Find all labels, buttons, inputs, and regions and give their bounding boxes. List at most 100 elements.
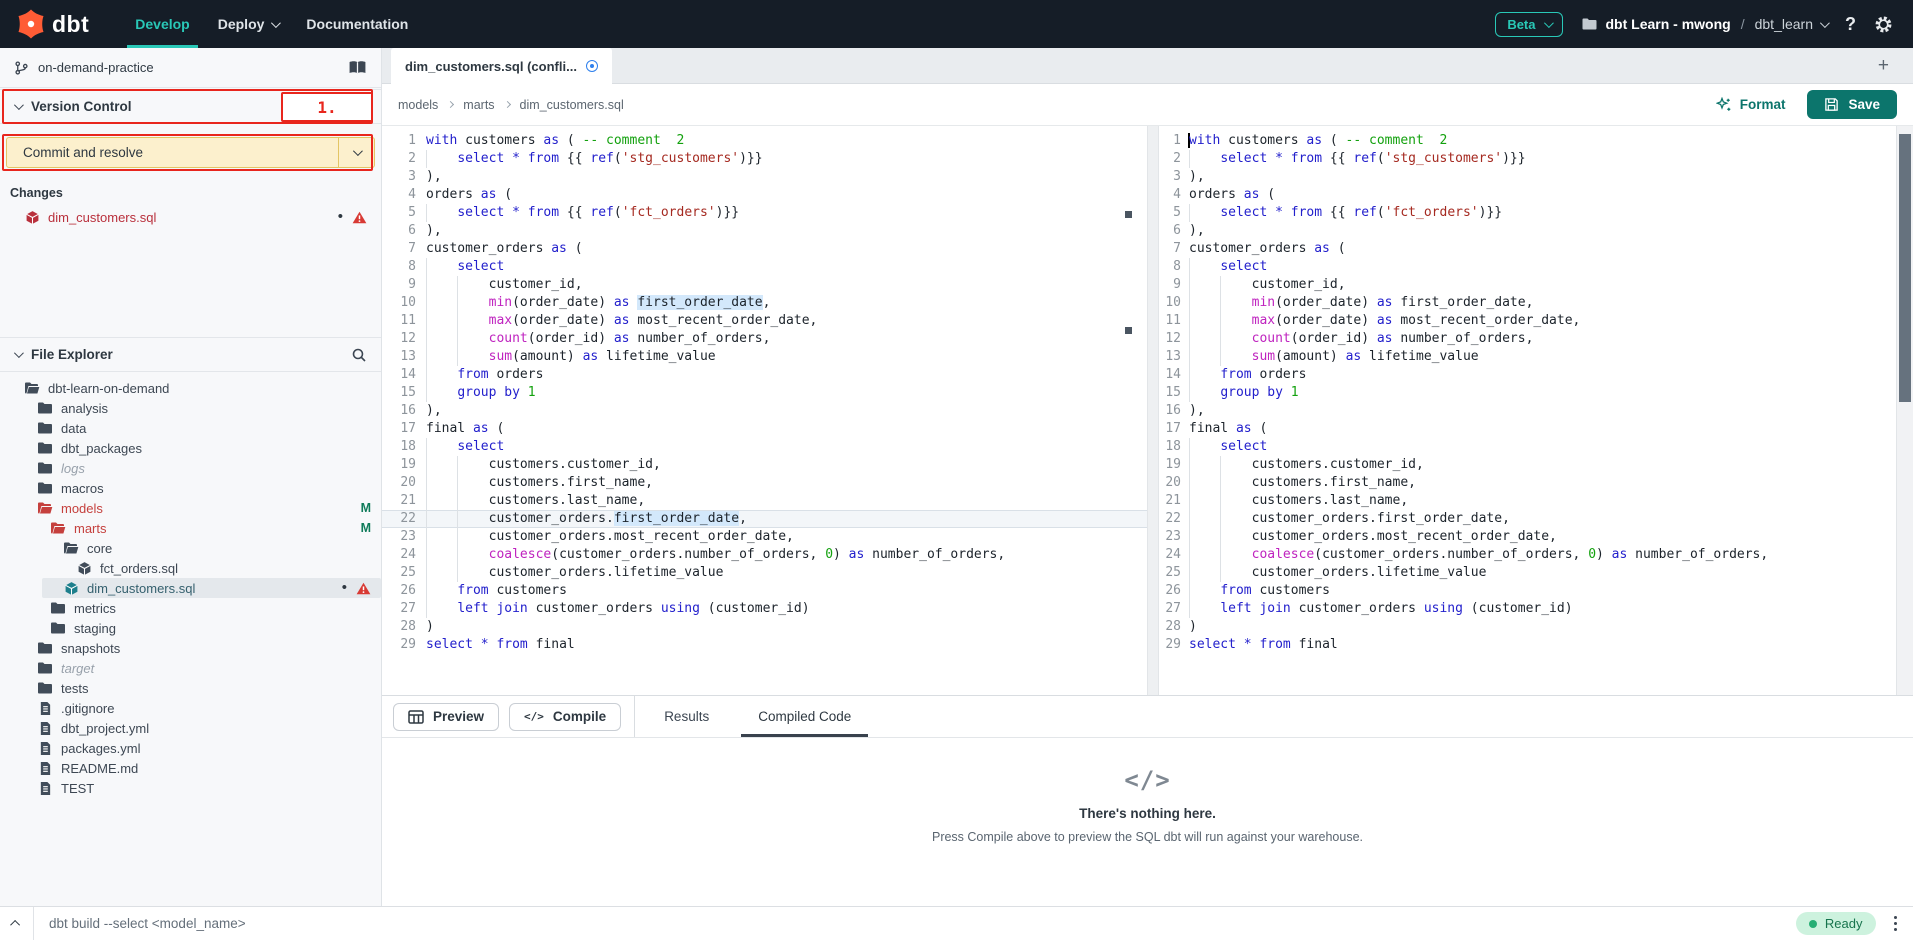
file-explorer-header[interactable]: File Explorer [0,337,381,372]
code-line[interactable]: 21 customers.last_name, [382,492,1147,510]
nav-item-deploy[interactable]: Deploy [204,0,293,48]
code-line[interactable]: 8 select [1159,258,1896,276]
command-input[interactable]: dbt build --select <model_name> [34,916,246,931]
code-editor-left[interactable]: 1with customers as ( -- comment 22 selec… [382,126,1147,695]
scrollbar-thumb[interactable] [1899,134,1911,402]
more-options-icon[interactable] [1892,914,1900,934]
code-line[interactable]: 1with customers as ( -- comment 2 [1159,132,1896,150]
preview-button[interactable]: Preview [393,703,499,731]
file-tree-item-target[interactable]: target [0,658,381,678]
file-tree-item-marts[interactable]: martsM [0,518,381,538]
code-line[interactable]: 1with customers as ( -- comment 2 [382,132,1147,150]
file-tree-item-readme-md[interactable]: README.md [0,758,381,778]
project-dropdown[interactable]: dbt_learn [1755,16,1827,32]
code-line[interactable]: 15 group by 1 [1159,384,1896,402]
panel-tab-results[interactable]: Results [664,709,709,724]
code-line[interactable]: 16), [1159,402,1896,420]
code-line[interactable]: 20 customers.first_name, [1159,474,1896,492]
commit-and-resolve-button[interactable]: Commit and resolve [6,137,375,168]
code-line[interactable]: 3), [1159,168,1896,186]
code-line[interactable]: 9 customer_id, [382,276,1147,294]
file-tree-item-dbt-learn-on-demand[interactable]: dbt-learn-on-demand [0,378,381,398]
code-line[interactable]: 8 select [382,258,1147,276]
code-line[interactable]: 13 sum(amount) as lifetime_value [1159,348,1896,366]
code-line[interactable]: 23 customer_orders.most_recent_order_dat… [1159,528,1896,546]
help-icon[interactable]: ? [1845,14,1856,35]
git-branch-row[interactable]: on-demand-practice [0,48,381,88]
breadcrumb-file[interactable]: dim_customers.sql [520,98,624,112]
code-line[interactable]: 20 customers.first_name, [382,474,1147,492]
changed-file-item[interactable]: dim_customers.sql• [0,206,381,228]
code-line[interactable]: 29select * from final [382,636,1147,654]
file-tree-item-core[interactable]: core [0,538,381,558]
file-tree-item-logs[interactable]: logs [0,458,381,478]
code-line[interactable]: 15 group by 1 [382,384,1147,402]
code-editor-right[interactable]: 1with customers as ( -- comment 22 selec… [1159,126,1896,695]
code-line[interactable]: 4orders as ( [382,186,1147,204]
code-line[interactable]: 21 customers.last_name, [1159,492,1896,510]
file-tree-item-staging[interactable]: staging [0,618,381,638]
code-line[interactable]: 27 left join customer_orders using (cust… [382,600,1147,618]
file-tree-item-fct-orders-sql[interactable]: fct_orders.sql [0,558,381,578]
file-tree-item-macros[interactable]: macros [0,478,381,498]
code-line[interactable]: 28) [1159,618,1896,636]
search-icon[interactable] [351,347,367,363]
code-line[interactable]: 27 left join customer_orders using (cust… [1159,600,1896,618]
code-line[interactable]: 10 min(order_date) as first_order_date, [382,294,1147,312]
docs-book-icon[interactable] [348,60,367,75]
breadcrumb-marts[interactable]: marts [463,98,494,112]
code-line[interactable]: 18 select [382,438,1147,456]
code-line[interactable]: 26 from customers [382,582,1147,600]
file-tree-item-metrics[interactable]: metrics [0,598,381,618]
format-button[interactable]: Format [1716,97,1786,113]
version-control-header[interactable]: Version Control [0,89,381,124]
code-line[interactable]: 16), [382,402,1147,420]
file-tree-item-analysis[interactable]: analysis [0,398,381,418]
file-tree-item-tests[interactable]: tests [0,678,381,698]
vertical-scrollbar[interactable] [1896,126,1913,695]
file-tree-item-data[interactable]: data [0,418,381,438]
code-line[interactable]: 2 select * from {{ ref('stg_customers')}… [1159,150,1896,168]
code-line[interactable]: 10 min(order_date) as first_order_date, [1159,294,1896,312]
code-line[interactable]: 5 select * from {{ ref('fct_orders')}} [382,204,1147,222]
code-line[interactable]: 18 select [1159,438,1896,456]
code-line[interactable]: 6), [382,222,1147,240]
collapse-panel-button[interactable] [0,920,33,927]
code-line[interactable]: 12 count(order_id) as number_of_orders, [382,330,1147,348]
code-line[interactable]: 25 customer_orders.lifetime_value [382,564,1147,582]
code-line[interactable]: 12 count(order_id) as number_of_orders, [1159,330,1896,348]
code-line[interactable]: 7customer_orders as ( [382,240,1147,258]
code-line[interactable]: 19 customers.customer_id, [382,456,1147,474]
code-line[interactable]: 22 customer_orders.first_order_date, [1159,510,1896,528]
file-tree-item-snapshots[interactable]: snapshots [0,638,381,658]
account-name[interactable]: dbt Learn - mwong [1606,16,1731,32]
file-tree-item-packages-yml[interactable]: packages.yml [0,738,381,758]
code-line[interactable]: 28) [382,618,1147,636]
code-line[interactable]: 17final as ( [382,420,1147,438]
code-line[interactable]: 13 sum(amount) as lifetime_value [382,348,1147,366]
file-tree-item--gitignore[interactable]: .gitignore [0,698,381,718]
breadcrumb-models[interactable]: models [398,98,438,112]
code-line[interactable]: 19 customers.customer_id, [1159,456,1896,474]
save-button[interactable]: Save [1807,90,1897,119]
code-line[interactable]: 22 customer_orders.first_order_date, [382,510,1147,528]
code-line[interactable]: 23 customer_orders.most_recent_order_dat… [382,528,1147,546]
file-tree-item-dim-customers-sql[interactable]: dim_customers.sql• [42,578,381,598]
panel-tab-compiled-code[interactable]: Compiled Code [758,709,851,724]
code-line[interactable]: 3), [382,168,1147,186]
commit-dropdown-toggle[interactable] [338,138,374,167]
code-line[interactable]: 14 from orders [382,366,1147,384]
nav-item-documentation[interactable]: Documentation [292,0,422,48]
code-line[interactable]: 5 select * from {{ ref('fct_orders')}} [1159,204,1896,222]
dbt-logo[interactable]: dbt [0,9,103,39]
compile-button[interactable]: </> Compile [509,703,621,731]
code-line[interactable]: 26 from customers [1159,582,1896,600]
code-line[interactable]: 29select * from final [1159,636,1896,654]
split-divider[interactable] [1147,126,1159,695]
code-line[interactable]: 4orders as ( [1159,186,1896,204]
code-line[interactable]: 25 customer_orders.lifetime_value [1159,564,1896,582]
code-line[interactable]: 24 coalesce(customer_orders.number_of_or… [1159,546,1896,564]
code-line[interactable]: 9 customer_id, [1159,276,1896,294]
beta-dropdown[interactable]: Beta [1495,12,1562,37]
editor-tab-dim-customers[interactable]: dim_customers.sql (confli... [391,48,612,84]
